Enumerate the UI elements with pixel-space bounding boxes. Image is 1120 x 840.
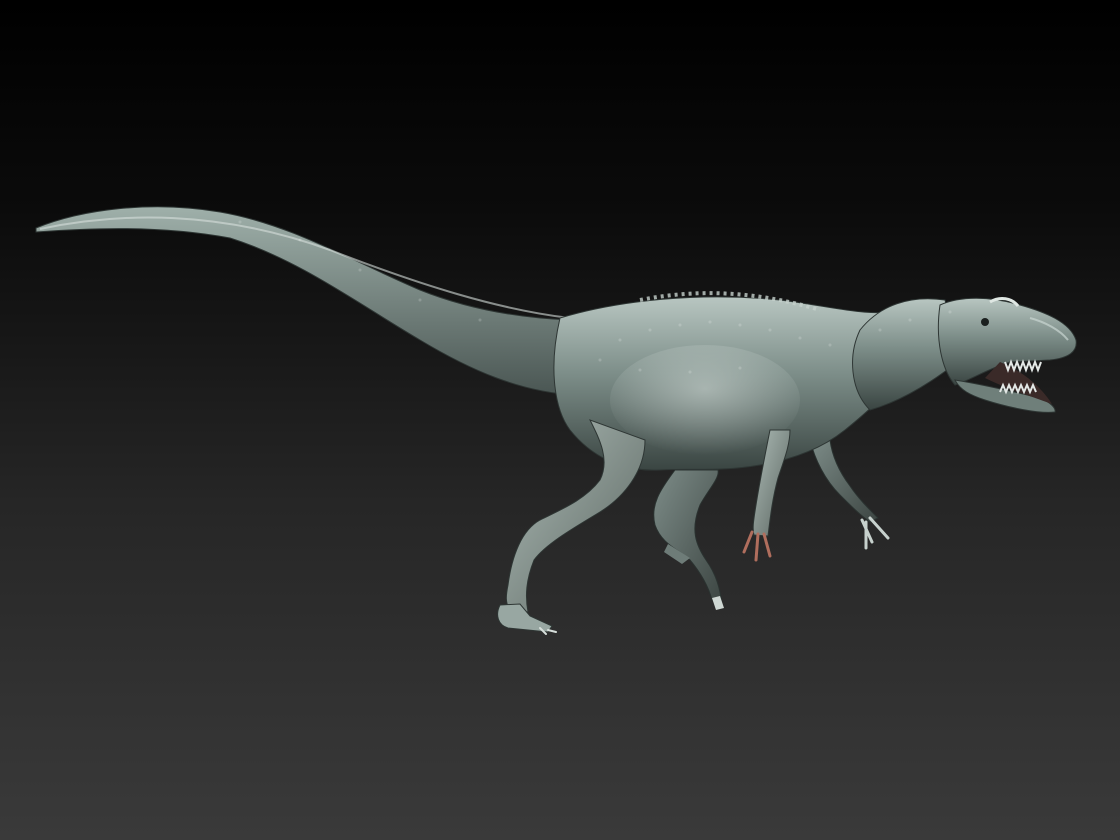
dinosaur-render (35, 206, 1077, 635)
tail (35, 206, 576, 396)
head (937, 297, 1077, 413)
near-hand-claws (742, 530, 772, 562)
near-hind-leg (497, 419, 646, 635)
eye (981, 318, 989, 326)
render-viewport (0, 0, 1120, 840)
far-forelimb (809, 439, 890, 550)
far-hind-leg (653, 469, 724, 610)
